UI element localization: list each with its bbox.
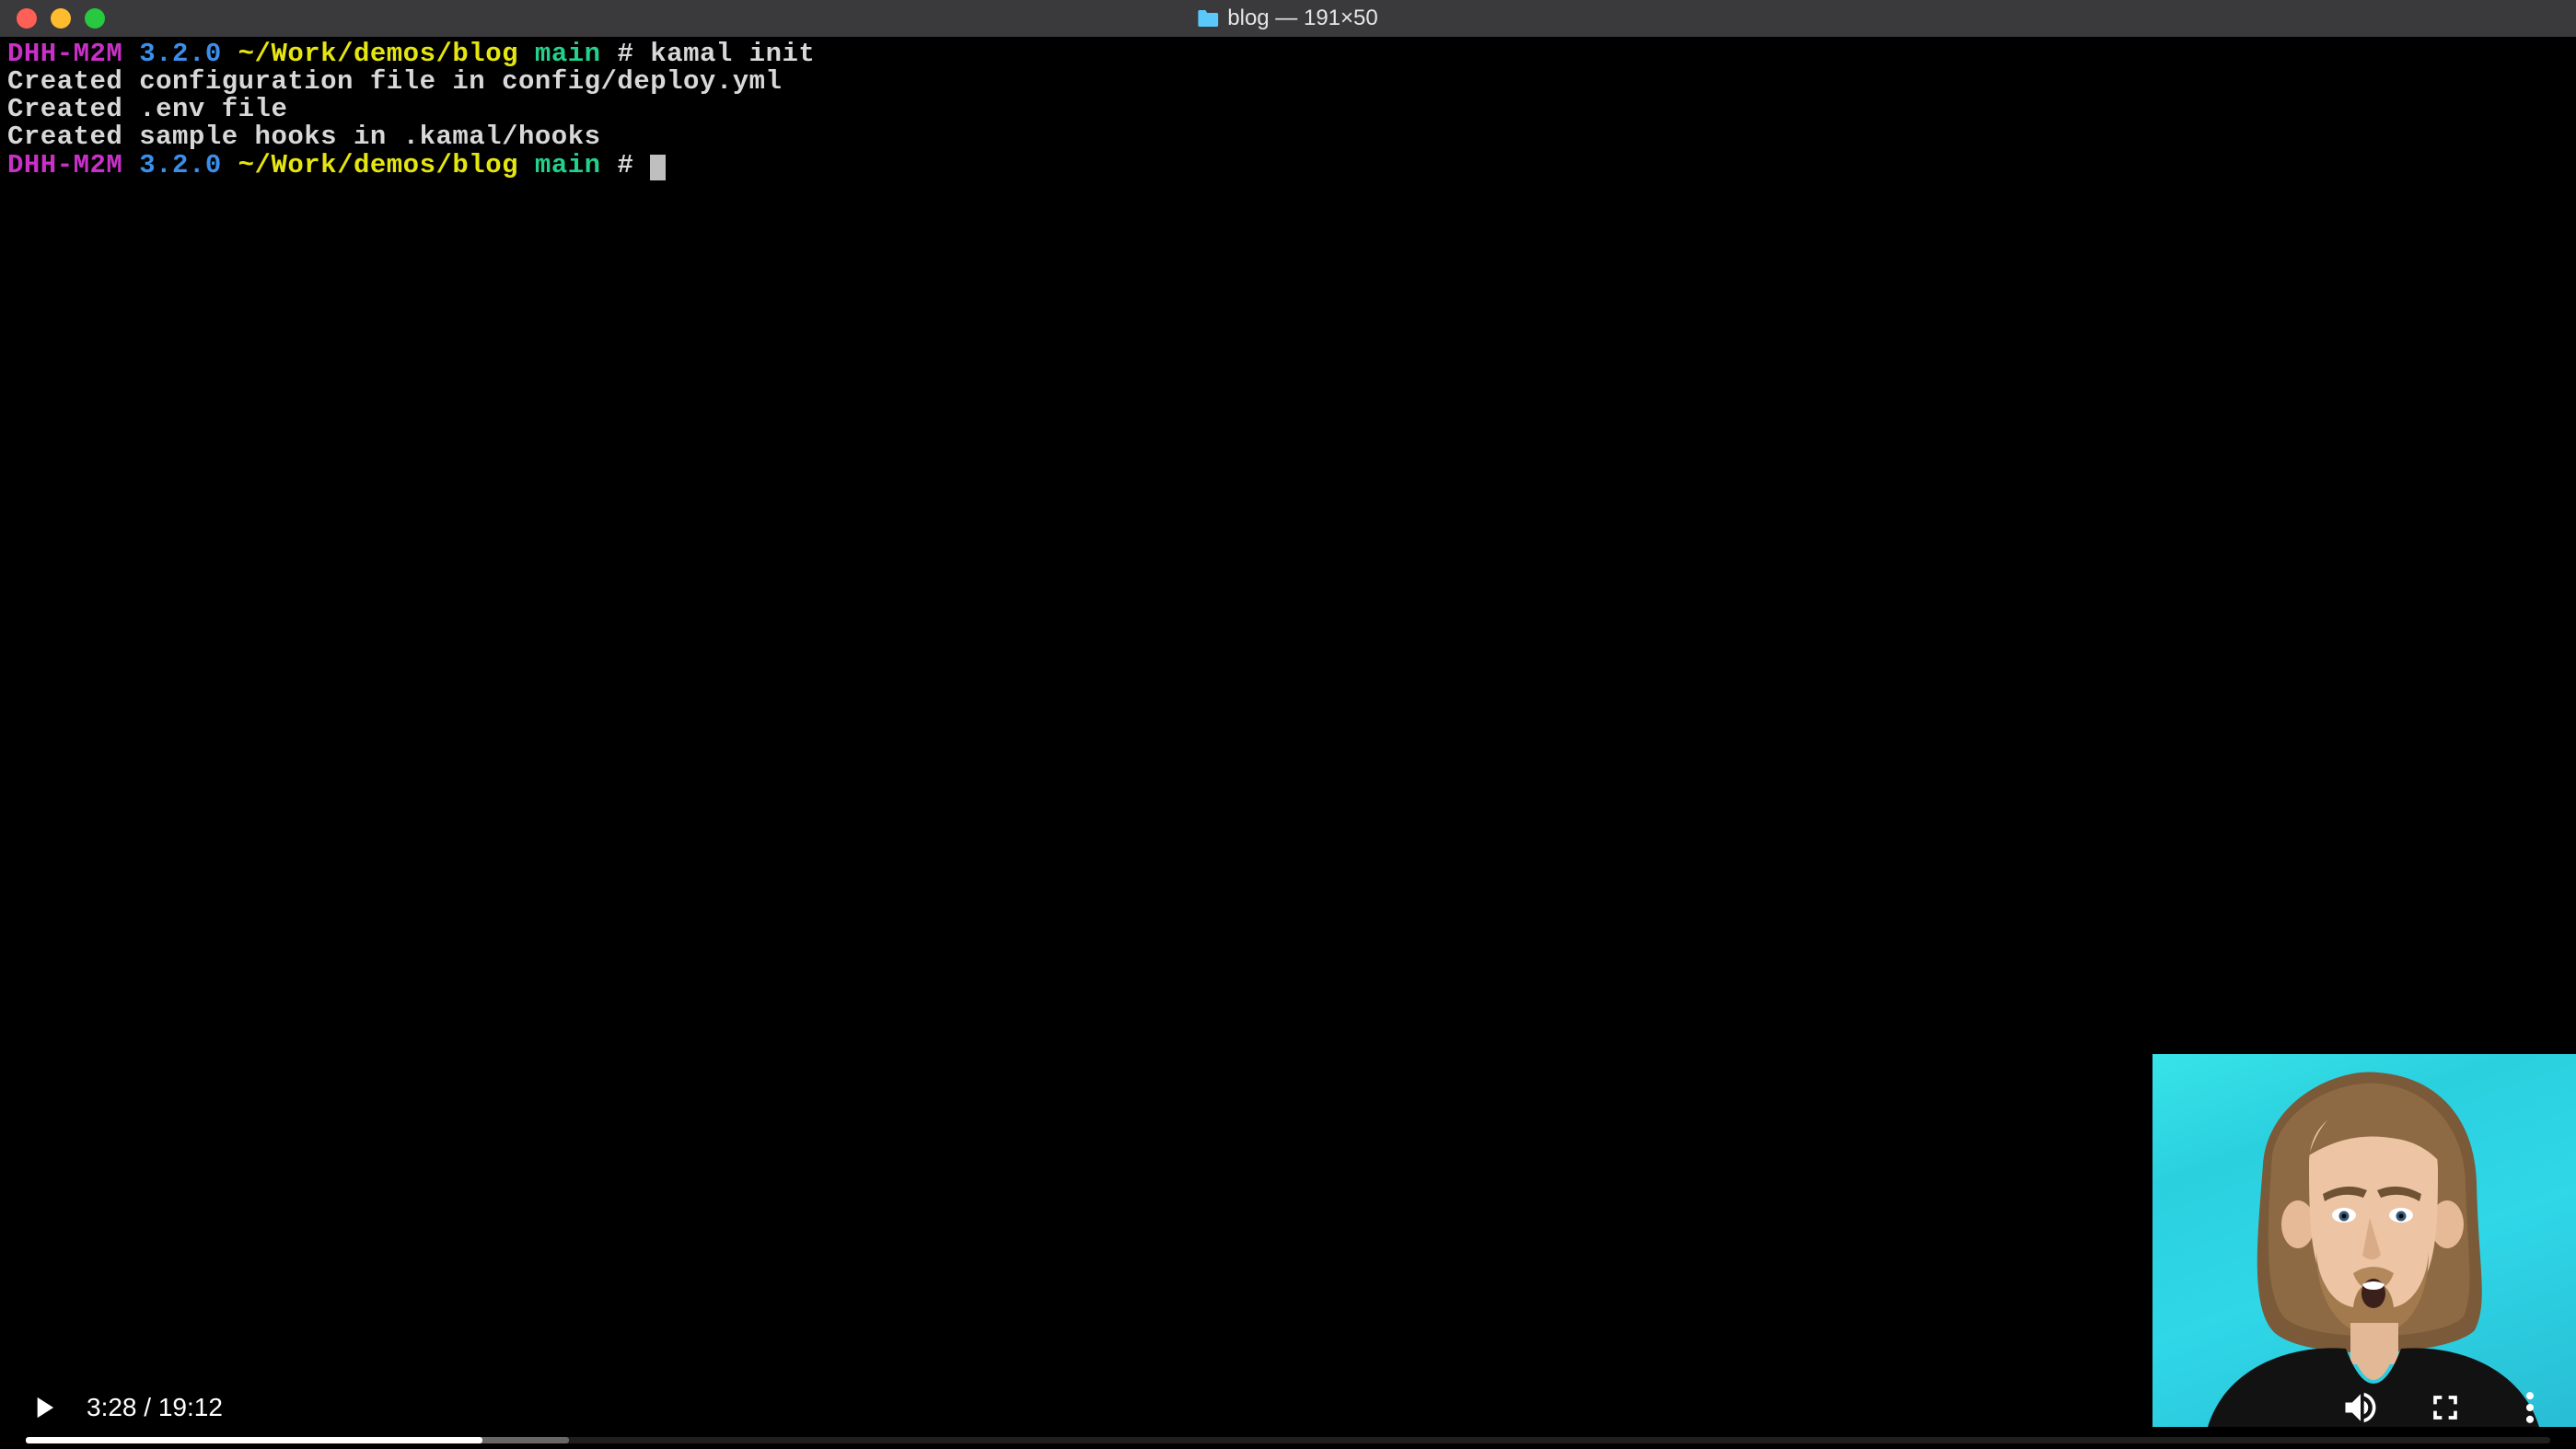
prompt-branch: main <box>535 150 601 180</box>
window-title: blog — 191×50 <box>1198 6 1377 31</box>
prompt-symbol: # <box>617 150 633 180</box>
fullscreen-button[interactable] <box>2425 1387 2466 1428</box>
prompt-path: ~/Work/demos/blog <box>238 39 518 69</box>
volume-button[interactable] <box>2340 1387 2381 1428</box>
more-options-button[interactable] <box>2510 1387 2550 1428</box>
playback-time: 3:28 / 19:12 <box>87 1393 223 1422</box>
window-controls <box>0 8 105 29</box>
maximize-window-btn[interactable] <box>85 8 105 29</box>
output-line: Created configuration file in config/dep… <box>7 68 2569 96</box>
duration: 19:12 <box>158 1393 223 1421</box>
prompt-version: 3.2.0 <box>139 150 222 180</box>
prompt-symbol: # <box>617 39 633 69</box>
current-time: 3:28 <box>87 1393 137 1421</box>
progress-played <box>26 1437 482 1443</box>
prompt-version: 3.2.0 <box>139 39 222 69</box>
prompt-host: DHH-M2M <box>7 39 122 69</box>
command-text: kamal init <box>650 39 815 69</box>
folder-icon <box>1198 10 1218 27</box>
terminal-title-bar: blog — 191×50 <box>0 0 2576 37</box>
close-window-btn[interactable] <box>17 8 37 29</box>
progress-bar[interactable] <box>26 1437 2550 1443</box>
time-separator: / <box>137 1393 158 1421</box>
output-line: Created sample hooks in .kamal/hooks <box>7 123 2569 151</box>
window-title-text: blog — 191×50 <box>1227 6 1377 31</box>
prompt-line-1: DHH-M2M 3.2.0 ~/Work/demos/blog main # k… <box>7 41 2569 68</box>
prompt-line-2: DHH-M2M 3.2.0 ~/Work/demos/blog main # <box>7 152 2569 180</box>
play-button[interactable] <box>26 1390 61 1425</box>
prompt-host: DHH-M2M <box>7 150 122 180</box>
minimize-window-btn[interactable] <box>51 8 71 29</box>
prompt-branch: main <box>535 39 601 69</box>
cursor <box>650 155 666 180</box>
output-line: Created .env file <box>7 96 2569 123</box>
prompt-path: ~/Work/demos/blog <box>238 150 518 180</box>
